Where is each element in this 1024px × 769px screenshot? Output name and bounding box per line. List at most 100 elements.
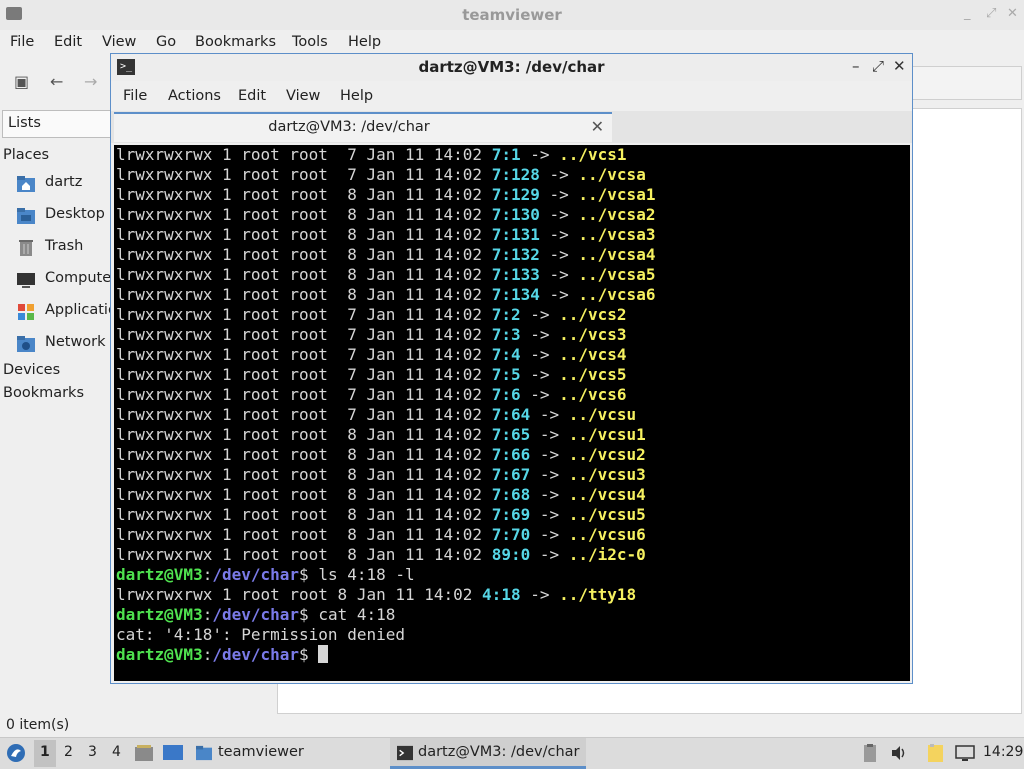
location-bar[interactable] bbox=[912, 66, 1022, 100]
workspace-4[interactable]: 4 bbox=[112, 744, 121, 760]
prompt-line: dartz@VM3:/dev/char$ ls 4:18 -l bbox=[116, 565, 655, 585]
workspace-2[interactable]: 2 bbox=[64, 744, 73, 760]
device-number: 7:134 bbox=[491, 285, 540, 304]
ls-attributes: lrwxrwxrwx 1 root root 8 Jan 11 14:02 bbox=[116, 285, 492, 304]
prompt-line: dartz@VM3:/dev/char$ bbox=[116, 645, 655, 665]
folder-icon bbox=[196, 745, 212, 761]
text-cursor bbox=[318, 645, 329, 663]
link-target: ../vcsu6 bbox=[568, 525, 646, 544]
trash-icon bbox=[19, 240, 33, 256]
menu-edit[interactable]: Edit bbox=[54, 34, 82, 50]
ls-attributes: lrwxrwxrwx 1 root root 7 Jan 11 14:02 bbox=[116, 165, 492, 184]
file-manager-titlebar: teamviewer _ ⤢ ✕ bbox=[0, 0, 1024, 31]
tab-close-icon[interactable]: ✕ bbox=[591, 117, 604, 136]
menu-help[interactable]: Help bbox=[348, 34, 381, 50]
start-menu-icon[interactable] bbox=[6, 743, 26, 763]
link-target: ../vcsa5 bbox=[578, 265, 656, 284]
link-arrow: -> bbox=[530, 525, 569, 544]
minimize-icon[interactable]: _ bbox=[964, 6, 971, 21]
prompt-path: /dev/char bbox=[212, 565, 300, 584]
maximize-icon[interactable]: ⤢ bbox=[872, 57, 884, 75]
side-pane-selector[interactable]: Lists bbox=[2, 110, 114, 138]
ls-attributes: lrwxrwxrwx 1 root root 8 Jan 11 14:02 bbox=[116, 505, 492, 524]
terminal-line: lrwxrwxrwx 1 root root 8 Jan 11 14:02 7:… bbox=[116, 225, 655, 245]
task-terminal[interactable]: dartz@VM3: /dev/char bbox=[390, 738, 586, 769]
network-status-icon[interactable] bbox=[955, 744, 975, 762]
sidebar-item-applications[interactable]: Applications bbox=[16, 300, 134, 324]
notes-icon[interactable] bbox=[926, 743, 946, 763]
terminal-line: lrwxrwxrwx 1 root root 8 Jan 11 14:02 7:… bbox=[116, 205, 655, 225]
link-arrow: -> bbox=[539, 245, 579, 264]
link-target: ../vcsa bbox=[578, 165, 646, 184]
prompt-symbol: $ bbox=[299, 565, 309, 584]
link-target: ../vcsa1 bbox=[578, 185, 656, 204]
link-arrow: -> bbox=[530, 485, 569, 504]
clock[interactable]: 14:29 bbox=[983, 744, 1023, 760]
clipboard-icon[interactable] bbox=[862, 743, 878, 763]
menu-file[interactable]: File bbox=[10, 34, 34, 50]
close-icon[interactable]: ✕ bbox=[1007, 6, 1018, 21]
menu-tools[interactable]: Tools bbox=[292, 34, 328, 50]
prompt-symbol: $ bbox=[299, 645, 309, 664]
link-arrow: -> bbox=[530, 405, 569, 424]
menu-go[interactable]: Go bbox=[156, 34, 176, 50]
close-icon[interactable]: ✕ bbox=[893, 57, 906, 75]
computer-icon bbox=[17, 273, 35, 288]
terminal-title: dartz@VM3: /dev/char bbox=[418, 58, 605, 76]
menu-edit[interactable]: Edit bbox=[238, 88, 266, 104]
device-number: 7:69 bbox=[491, 505, 531, 524]
sidebar-item-network[interactable]: Network bbox=[16, 332, 112, 356]
terminal-titlebar[interactable]: >_ dartz@VM3: /dev/char – ⤢ ✕ bbox=[111, 54, 912, 81]
link-arrow: -> bbox=[520, 365, 560, 384]
file-manager-launcher-icon[interactable] bbox=[134, 744, 154, 762]
sidebar-item-desktop[interactable]: Desktop bbox=[16, 204, 112, 228]
workspace-3[interactable]: 3 bbox=[88, 744, 97, 760]
ls-attributes: lrwxrwxrwx 1 root root 8 Jan 11 14:02 bbox=[116, 545, 492, 564]
error-line: cat: '4:18': Permission denied bbox=[116, 625, 405, 644]
sidebar-item-computer[interactable]: Computer bbox=[16, 268, 117, 292]
new-tab-icon[interactable]: ▣ bbox=[14, 72, 29, 91]
devices-header: Devices bbox=[3, 362, 61, 378]
task-label: dartz@VM3: /dev/char bbox=[418, 744, 580, 760]
menu-view[interactable]: View bbox=[286, 88, 320, 104]
file-manager-title: teamviewer bbox=[462, 6, 562, 24]
task-teamviewer[interactable]: teamviewer bbox=[192, 738, 382, 769]
link-target: ../vcsa2 bbox=[578, 205, 656, 224]
menu-view[interactable]: View bbox=[102, 34, 136, 50]
link-target: ../i2c-0 bbox=[568, 545, 646, 564]
sidebar-item-label: Trash bbox=[45, 238, 84, 254]
sidebar-item-dartz[interactable]: dartz bbox=[16, 172, 112, 196]
forward-arrow-icon[interactable]: → bbox=[84, 72, 97, 91]
back-arrow-icon[interactable]: ← bbox=[50, 72, 63, 91]
volume-icon[interactable] bbox=[890, 744, 908, 762]
bookmarks-header: Bookmarks bbox=[3, 385, 85, 401]
link-target: ../vcsu3 bbox=[568, 465, 646, 484]
places-header: Places bbox=[3, 147, 50, 163]
device-number: 7:1 bbox=[491, 145, 521, 164]
link-arrow: -> bbox=[520, 345, 560, 364]
device-number: 7:70 bbox=[491, 525, 531, 544]
terminal-line: lrwxrwxrwx 1 root root 8 Jan 11 14:02 7:… bbox=[116, 525, 655, 545]
menu-bookmarks[interactable]: Bookmarks bbox=[195, 34, 276, 50]
sidebar-item-trash[interactable]: Trash bbox=[16, 236, 112, 260]
ls-attributes: lrwxrwxrwx 1 root root 7 Jan 11 14:02 bbox=[116, 345, 492, 364]
terminal-output: lrwxrwxrwx 1 root root 7 Jan 11 14:02 7:… bbox=[116, 145, 655, 665]
prompt-separator: : bbox=[202, 605, 213, 624]
device-number: 7:64 bbox=[491, 405, 531, 424]
prompt-separator: : bbox=[202, 645, 213, 664]
menu-actions[interactable]: Actions bbox=[168, 88, 221, 104]
terminal-tab[interactable]: dartz@VM3: /dev/char ✕ bbox=[114, 112, 612, 142]
device-number: 4:18 bbox=[482, 585, 521, 604]
show-desktop-icon[interactable] bbox=[162, 744, 184, 762]
workspace-1[interactable]: 1 bbox=[40, 744, 50, 760]
device-number: 7:132 bbox=[491, 245, 540, 264]
menu-file[interactable]: File bbox=[123, 88, 147, 104]
link-target: ../vcsu2 bbox=[568, 445, 646, 464]
terminal-screen[interactable]: lrwxrwxrwx 1 root root 7 Jan 11 14:02 7:… bbox=[114, 145, 910, 681]
maximize-icon[interactable]: ⤢ bbox=[986, 6, 996, 21]
menu-help[interactable]: Help bbox=[340, 88, 373, 104]
minimize-icon[interactable]: – bbox=[852, 57, 860, 75]
terminal-line: lrwxrwxrwx 1 root root 8 Jan 11 14:02 7:… bbox=[116, 185, 655, 205]
link-arrow: -> bbox=[520, 305, 560, 324]
